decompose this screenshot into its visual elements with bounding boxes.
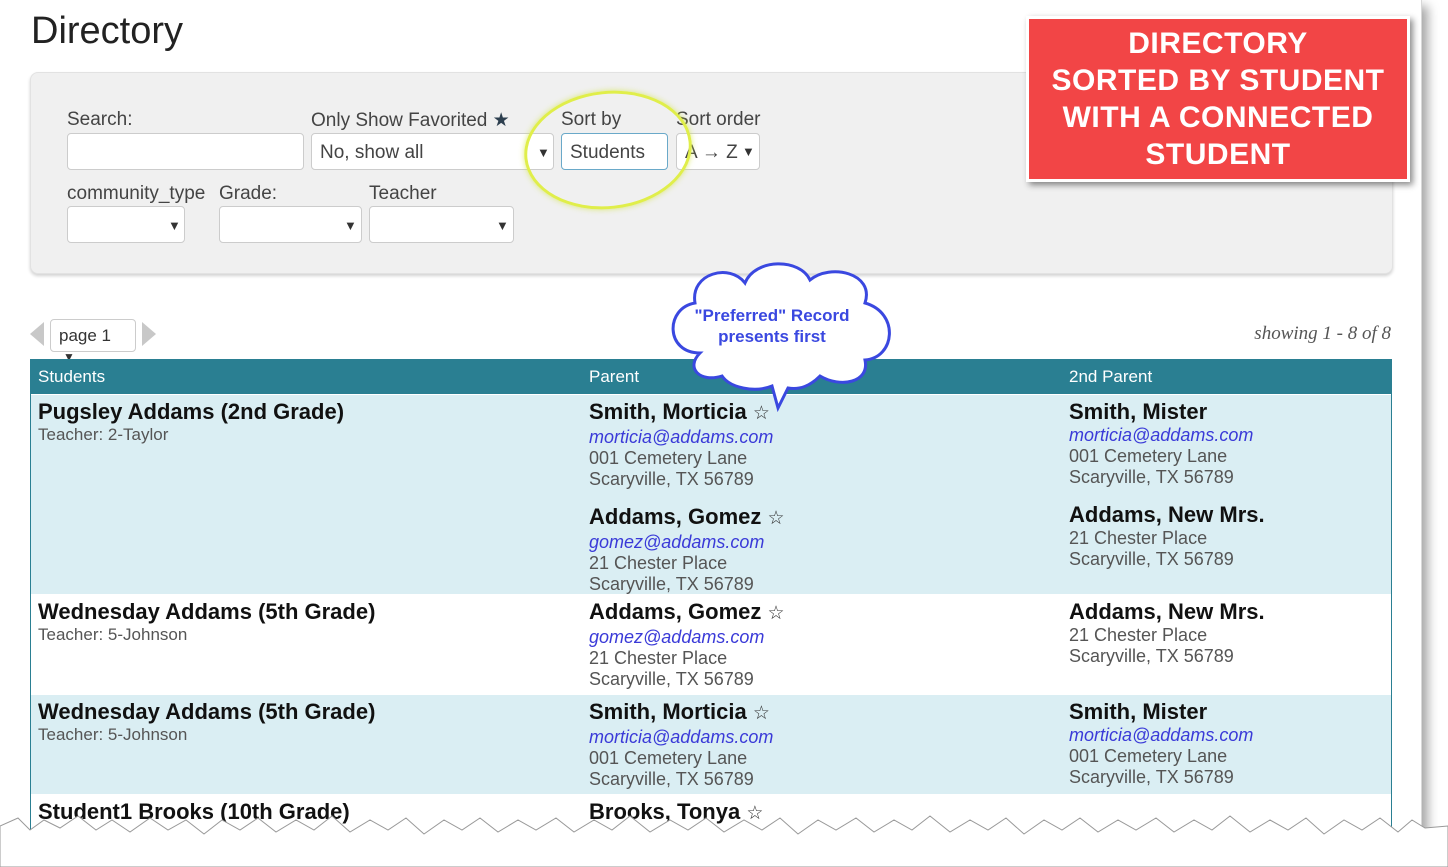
search-label: Search: bbox=[67, 109, 133, 130]
student-name[interactable]: Wednesday Addams (5th Grade) bbox=[38, 699, 375, 725]
grade-select[interactable] bbox=[219, 206, 362, 243]
column-header-parent[interactable]: Parent bbox=[589, 367, 639, 387]
table-row: Wednesday Addams (5th Grade) Teacher: 5-… bbox=[31, 594, 1391, 694]
callout-line: STUDENT bbox=[1145, 138, 1291, 171]
star-outline-icon[interactable]: ☆ bbox=[753, 703, 770, 724]
table-row: Wednesday Addams (5th Grade) Teacher: 5-… bbox=[31, 694, 1391, 794]
grade-label: Grade: bbox=[219, 183, 278, 204]
search-input[interactable] bbox=[67, 133, 304, 170]
annotation-callout: DIRECTORY SORTED BY STUDENT WITH A CONNE… bbox=[1026, 16, 1410, 182]
favorited-label: Only Show Favorited ★ bbox=[311, 109, 510, 132]
student-name[interactable]: Wednesday Addams (5th Grade) bbox=[38, 599, 375, 625]
table-row: Pugsley Addams (2nd Grade) Teacher: 2-Ta… bbox=[31, 394, 1391, 594]
directory-table: Students Parent 2nd Parent Pugsley Addam… bbox=[30, 359, 1392, 840]
callout-line: WITH A CONNECTED bbox=[1062, 101, 1374, 134]
address-line: 21 Chester Place bbox=[589, 648, 728, 668]
address-line: 21 Chester Place bbox=[1069, 625, 1208, 645]
contact-card: Smith, Morticia ☆ morticia@addams.com 00… bbox=[589, 699, 773, 790]
favorited-select-value: No, show all bbox=[320, 142, 424, 163]
second-parent-cell: Addams, New Mrs. 21 Chester Place Scaryv… bbox=[1069, 595, 1265, 673]
student-cell: Wednesday Addams (5th Grade) Teacher: 5-… bbox=[38, 595, 375, 645]
parent-name[interactable]: Smith, Mister bbox=[1069, 399, 1265, 425]
star-outline-icon[interactable]: ☆ bbox=[768, 603, 785, 624]
contact-card: Addams, New Mrs. 21 Chester Place Scaryv… bbox=[1069, 502, 1265, 570]
parent-name[interactable]: Smith, Mister bbox=[1069, 699, 1253, 725]
email-link[interactable]: morticia@addams.com bbox=[1069, 725, 1253, 746]
teacher-text: Teacher: 5-Johnson bbox=[38, 725, 188, 744]
column-header-students[interactable]: Students bbox=[38, 367, 105, 387]
parent-name[interactable]: Smith, Morticia bbox=[589, 699, 747, 724]
contact-card: Addams, New Mrs. 21 Chester Place Scaryv… bbox=[1069, 599, 1265, 667]
torn-edge bbox=[0, 815, 1448, 867]
teacher-label: Teacher bbox=[369, 183, 437, 204]
directory-page: Directory Search: Only Show Favorited ★ … bbox=[0, 0, 1422, 840]
contact-card: Addams, Gomez ☆ gomez@addams.com 21 Ches… bbox=[589, 504, 785, 595]
student-cell: Wednesday Addams (5th Grade) Teacher: 5-… bbox=[38, 695, 375, 745]
teacher-text: Teacher: 5-Johnson bbox=[38, 625, 188, 644]
address-line: Scaryville, TX 56789 bbox=[1069, 646, 1234, 666]
community-type-label: community_type bbox=[67, 183, 206, 204]
chevron-down-icon: ▼ bbox=[168, 218, 181, 233]
student-name[interactable]: Pugsley Addams (2nd Grade) bbox=[38, 399, 344, 425]
address-line: Scaryville, TX 56789 bbox=[1069, 549, 1234, 569]
address-line: 21 Chester Place bbox=[589, 553, 728, 573]
chevron-down-icon: ▼ bbox=[344, 218, 357, 233]
star-icon: ★ bbox=[492, 110, 510, 131]
parent-cell: Smith, Morticia ☆ morticia@addams.com 00… bbox=[589, 695, 773, 796]
address-line: 001 Cemetery Lane bbox=[1069, 746, 1228, 766]
sort-order-value: A → Z bbox=[685, 142, 738, 163]
star-outline-icon[interactable]: ☆ bbox=[768, 508, 785, 529]
email-link[interactable]: morticia@addams.com bbox=[1069, 425, 1265, 446]
favorited-select[interactable]: No, show all bbox=[311, 133, 554, 170]
favorited-label-text: Only Show Favorited bbox=[311, 110, 488, 131]
address-line: Scaryville, TX 56789 bbox=[589, 574, 754, 594]
address-line: 21 Chester Place bbox=[1069, 528, 1208, 548]
address-line: 001 Cemetery Lane bbox=[589, 748, 748, 768]
second-parent-cell: Smith, Mister morticia@addams.com 001 Ce… bbox=[1069, 395, 1265, 576]
callout-line: SORTED BY STUDENT bbox=[1051, 64, 1385, 97]
parent-name[interactable]: Addams, New Mrs. bbox=[1069, 599, 1265, 625]
page-title: Directory bbox=[31, 10, 184, 52]
chevron-down-icon: ▼ bbox=[496, 218, 509, 233]
next-page-arrow-icon[interactable] bbox=[142, 322, 156, 346]
page-select[interactable]: page 1 ▼ bbox=[50, 319, 136, 364]
parent-name[interactable]: Addams, New Mrs. bbox=[1069, 502, 1265, 528]
column-header-2nd-parent[interactable]: 2nd Parent bbox=[1069, 367, 1152, 387]
address-line: Scaryville, TX 56789 bbox=[1069, 767, 1234, 787]
bubble-line: "Preferred" Record bbox=[694, 306, 850, 325]
address-line: 001 Cemetery Lane bbox=[589, 448, 748, 468]
second-parent-cell: Smith, Mister morticia@addams.com 001 Ce… bbox=[1069, 695, 1253, 794]
bubble-text: "Preferred" Record presents first bbox=[672, 305, 872, 347]
callout-line: DIRECTORY bbox=[1128, 27, 1308, 60]
chevron-down-icon: ▼ bbox=[742, 144, 755, 159]
prev-page-arrow-icon[interactable] bbox=[30, 322, 44, 346]
email-link[interactable]: morticia@addams.com bbox=[589, 427, 785, 448]
teacher-select[interactable] bbox=[369, 206, 514, 243]
page-select-value: page 1 bbox=[59, 326, 111, 345]
email-link[interactable]: gomez@addams.com bbox=[589, 532, 785, 553]
parent-cell: Addams, Gomez ☆ gomez@addams.com 21 Ches… bbox=[589, 595, 785, 696]
showing-count: showing 1 - 8 of 8 bbox=[1254, 323, 1391, 344]
parent-name[interactable]: Addams, Gomez bbox=[589, 599, 761, 624]
contact-card: Addams, Gomez ☆ gomez@addams.com 21 Ches… bbox=[589, 599, 785, 690]
address-line: Scaryville, TX 56789 bbox=[589, 469, 754, 489]
parent-cell: Smith, Morticia ☆ morticia@addams.com 00… bbox=[589, 395, 785, 601]
address-line: Scaryville, TX 56789 bbox=[589, 669, 754, 689]
student-cell: Pugsley Addams (2nd Grade) Teacher: 2-Ta… bbox=[38, 395, 344, 445]
email-link[interactable]: morticia@addams.com bbox=[589, 727, 773, 748]
teacher-text: Teacher: 2-Taylor bbox=[38, 425, 169, 444]
contact-card: Smith, Mister morticia@addams.com 001 Ce… bbox=[1069, 399, 1265, 488]
address-line: Scaryville, TX 56789 bbox=[1069, 467, 1234, 487]
address-line: 001 Cemetery Lane bbox=[1069, 446, 1228, 466]
email-link[interactable]: gomez@addams.com bbox=[589, 627, 785, 648]
parent-name[interactable]: Addams, Gomez bbox=[589, 504, 761, 529]
torn-paper-shape bbox=[0, 815, 1448, 867]
sort-order-label: Sort order bbox=[676, 109, 761, 130]
bubble-line: presents first bbox=[718, 327, 826, 346]
contact-card: Smith, Mister morticia@addams.com 001 Ce… bbox=[1069, 699, 1253, 788]
address-line: Scaryville, TX 56789 bbox=[589, 769, 754, 789]
